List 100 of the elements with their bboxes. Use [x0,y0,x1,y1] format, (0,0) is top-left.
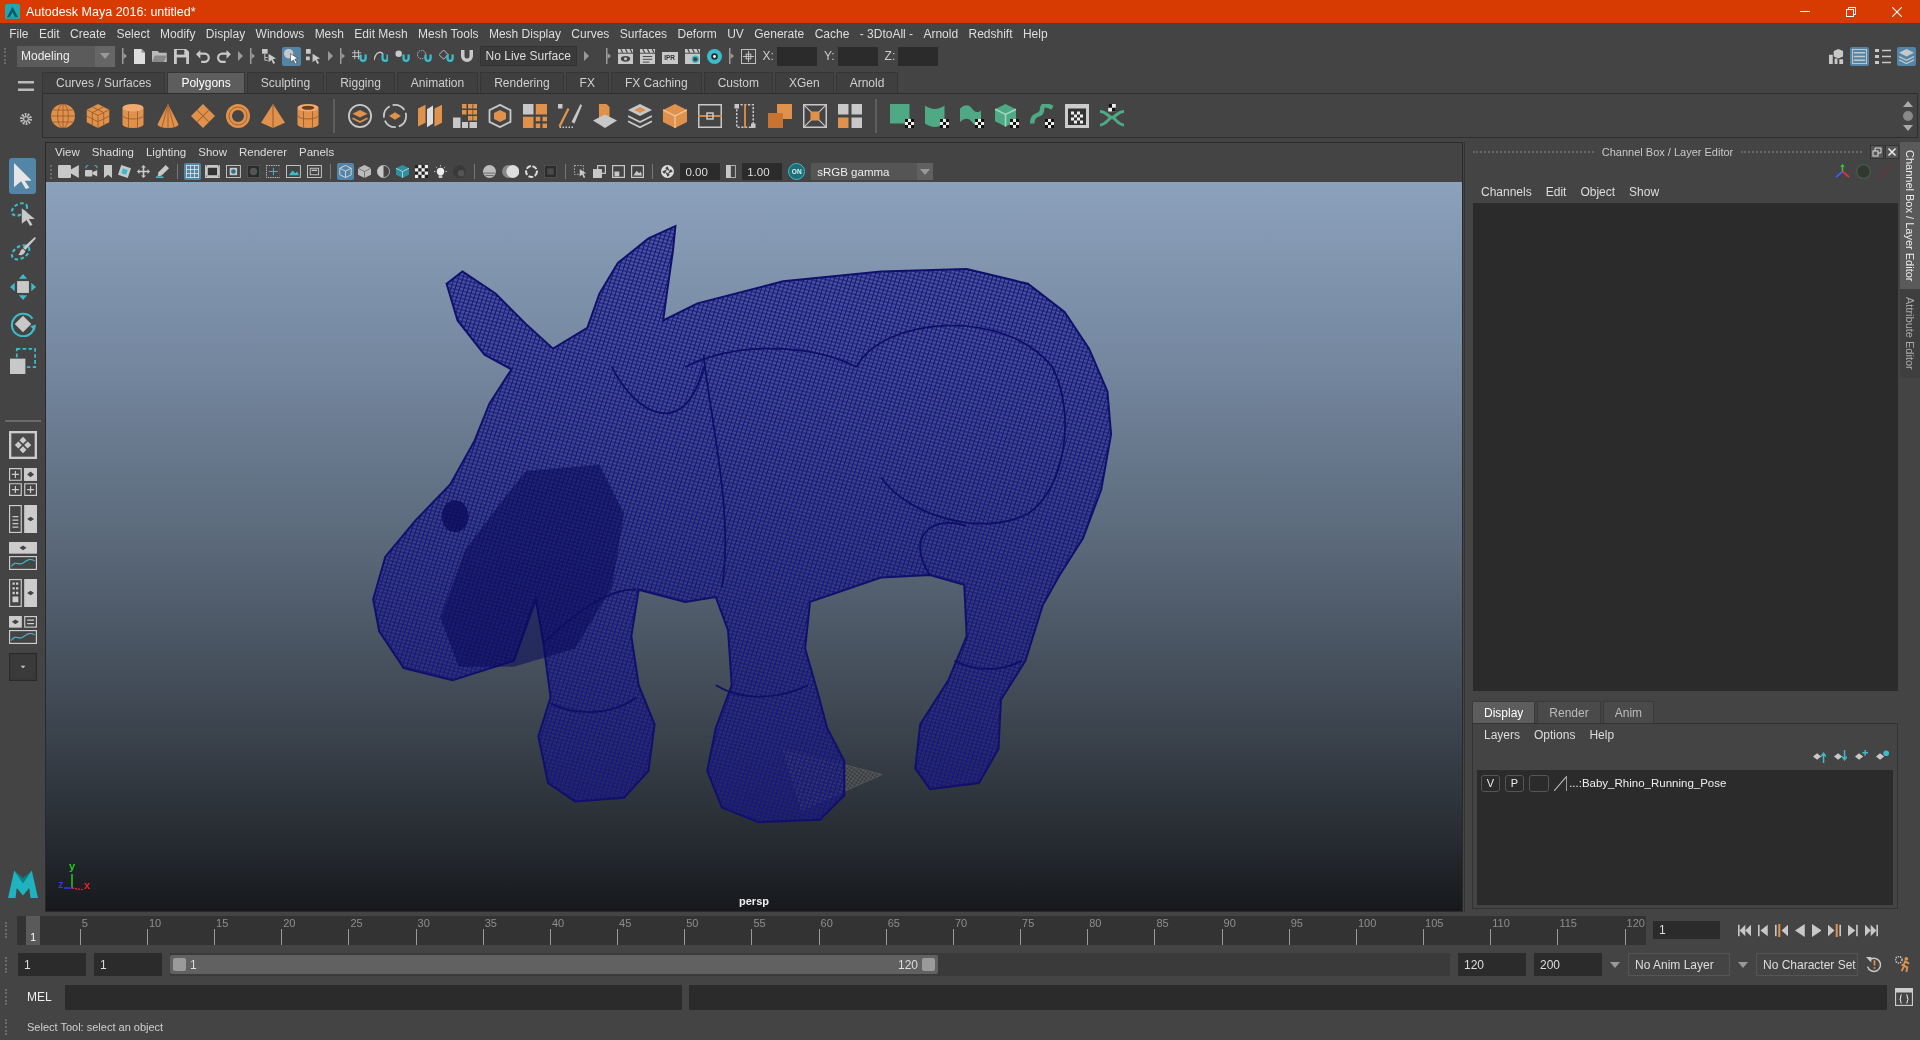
new-file-icon[interactable] [134,48,146,64]
menu-item[interactable]: Surfaces [614,27,673,41]
cycle-alert-icon[interactable] [1866,956,1883,973]
step-forward-icon[interactable] [1848,923,1858,937]
caret-icon[interactable] [1738,961,1748,968]
camera-cycle-icon[interactable] [84,165,98,178]
solid-cube-icon[interactable] [358,165,372,178]
single-pane-icon[interactable] [8,431,37,459]
skip-to-end-icon[interactable] [1865,923,1878,937]
shelf-tab[interactable]: FX Caching [610,72,702,93]
wire-cube-icon[interactable] [337,163,355,180]
playback-toggle[interactable]: P [1505,774,1524,792]
clapper-gear-icon[interactable] [684,48,700,64]
float-window-icon[interactable] [1870,144,1884,159]
layer-menu-item[interactable]: Help [1582,728,1622,742]
caret-icon[interactable] [1610,961,1620,968]
menu-item[interactable]: - 3DtoAll - [854,27,919,41]
layer-menu-item[interactable]: Layers [1477,728,1528,742]
layer-menu-item[interactable]: Options [1527,728,1583,742]
character-set-dropdown[interactable]: No Character Set [1756,953,1858,976]
window-checker-icon[interactable] [1065,103,1089,128]
gamma-field[interactable]: 1.00 [742,163,783,180]
shelf-tab[interactable]: Custom [703,72,773,93]
playback-start-field[interactable]: 1 [94,953,162,976]
layer-name[interactable]: ...:Baby_Rhino_Running_Pose [1569,777,1727,789]
shelf-tab[interactable]: XGen [774,72,834,93]
anim-layer-dropdown[interactable]: No Anim Layer [1628,953,1730,976]
live-surface-field[interactable]: No Live Surface [479,46,577,66]
collapse-bar-icon[interactable] [728,48,734,64]
dashed-frame-icon[interactable] [733,103,757,128]
bent-sheet-checker-icon[interactable] [960,103,984,128]
pipe-icon[interactable] [296,103,320,128]
clapper-icon[interactable] [639,48,655,64]
curve-magnet-icon[interactable] [373,50,389,62]
camera-icon[interactable] [58,165,79,178]
command-language-label[interactable]: MEL [27,990,59,1004]
film-strip-icon[interactable] [204,165,220,178]
plane-icon[interactable] [191,103,215,128]
cube-outline-icon[interactable] [488,103,512,128]
visibility-toggle[interactable]: V [1481,774,1500,792]
down-arrow-icon[interactable] [1903,124,1913,131]
tree-list-icon[interactable] [1875,48,1891,64]
pencil-icon[interactable] [155,165,169,178]
menu-item[interactable]: Help [1017,27,1053,41]
four-pane-icon[interactable] [8,468,37,496]
list-pane-icon[interactable] [8,505,37,533]
shaded-box-icon[interactable] [663,103,687,128]
undo-icon[interactable] [196,49,210,63]
extruded-block-icon[interactable] [593,103,617,128]
clapper-eye-icon[interactable] [617,48,633,64]
collapse-bar-icon[interactable] [122,48,127,64]
shelf-tab[interactable]: Sculpting [246,72,325,93]
stacked-layers-icon[interactable] [348,103,372,128]
collapse-bar-icon[interactable] [339,48,345,64]
menu-item[interactable]: Deform [672,27,722,41]
grid-magnet-icon[interactable] [351,50,367,62]
half-circle-icon[interactable] [377,165,391,178]
up-arrow-icon[interactable] [1903,100,1913,107]
range-slider-track[interactable]: 1 120 [170,953,1450,976]
menu-item[interactable]: Create [64,27,112,41]
expand-arrow-icon[interactable] [237,48,243,64]
time-slider[interactable]: 5 10 15 20 25 30 35 40 45 50 55 60 65 70 75 80 85 90 95 100 105 110 115 120 1 [17,915,1646,945]
layer-editor-tab[interactable]: Display [1472,701,1536,723]
striped-sphere-icon[interactable] [483,165,497,178]
shelf-tab[interactable]: Polygons [167,72,245,93]
menu-item[interactable]: Mesh Tools [412,27,484,41]
cross-checker-icon[interactable] [1100,103,1124,128]
step-back-icon[interactable] [1758,923,1768,937]
channel-box-menu-item[interactable]: Show [1622,185,1667,199]
cylinder-icon[interactable] [121,103,145,128]
menu-item[interactable]: Cache [809,27,855,41]
close-box-icon[interactable] [1885,144,1899,159]
coordinate-field[interactable] [837,46,878,66]
collapse-bar-icon[interactable] [605,48,611,64]
half-square-icon[interactable] [726,165,737,178]
arrow-cursor-icon[interactable] [8,157,37,194]
side-tab[interactable]: Channel Box / Layer Editor [1900,142,1920,290]
column-pane-icon[interactable] [8,579,37,607]
lasso-icon[interactable] [9,199,36,226]
next-key-icon[interactable] [1828,923,1842,937]
split-square-icon[interactable] [768,103,792,128]
redo-icon[interactable] [216,49,231,63]
menu-item[interactable]: File [4,27,34,41]
menu-item[interactable]: Edit [33,27,65,41]
circle-icon[interactable] [1903,110,1913,121]
swirl-checker-icon[interactable] [1030,103,1054,128]
tinted-cube-icon[interactable] [396,165,410,178]
tilted-plane-icon[interactable] [117,165,131,178]
side-tab[interactable]: Attribute Editor [1900,289,1920,379]
split-blocks-icon[interactable] [418,103,442,128]
bulb-icon[interactable] [434,165,448,178]
pyramid-icon[interactable] [261,103,285,128]
previous-key-icon[interactable] [1774,923,1788,937]
crosshair-box-icon[interactable] [740,48,756,64]
panel-menu-item[interactable]: Renderer [233,146,293,158]
panel-menu-item[interactable]: Shading [85,146,140,158]
diamond-up-arrow-icon[interactable] [1813,749,1826,763]
start-frame-field[interactable]: 1 [18,953,86,976]
shelf-tab[interactable]: FX [565,72,609,93]
sphere-icon[interactable] [51,103,75,128]
